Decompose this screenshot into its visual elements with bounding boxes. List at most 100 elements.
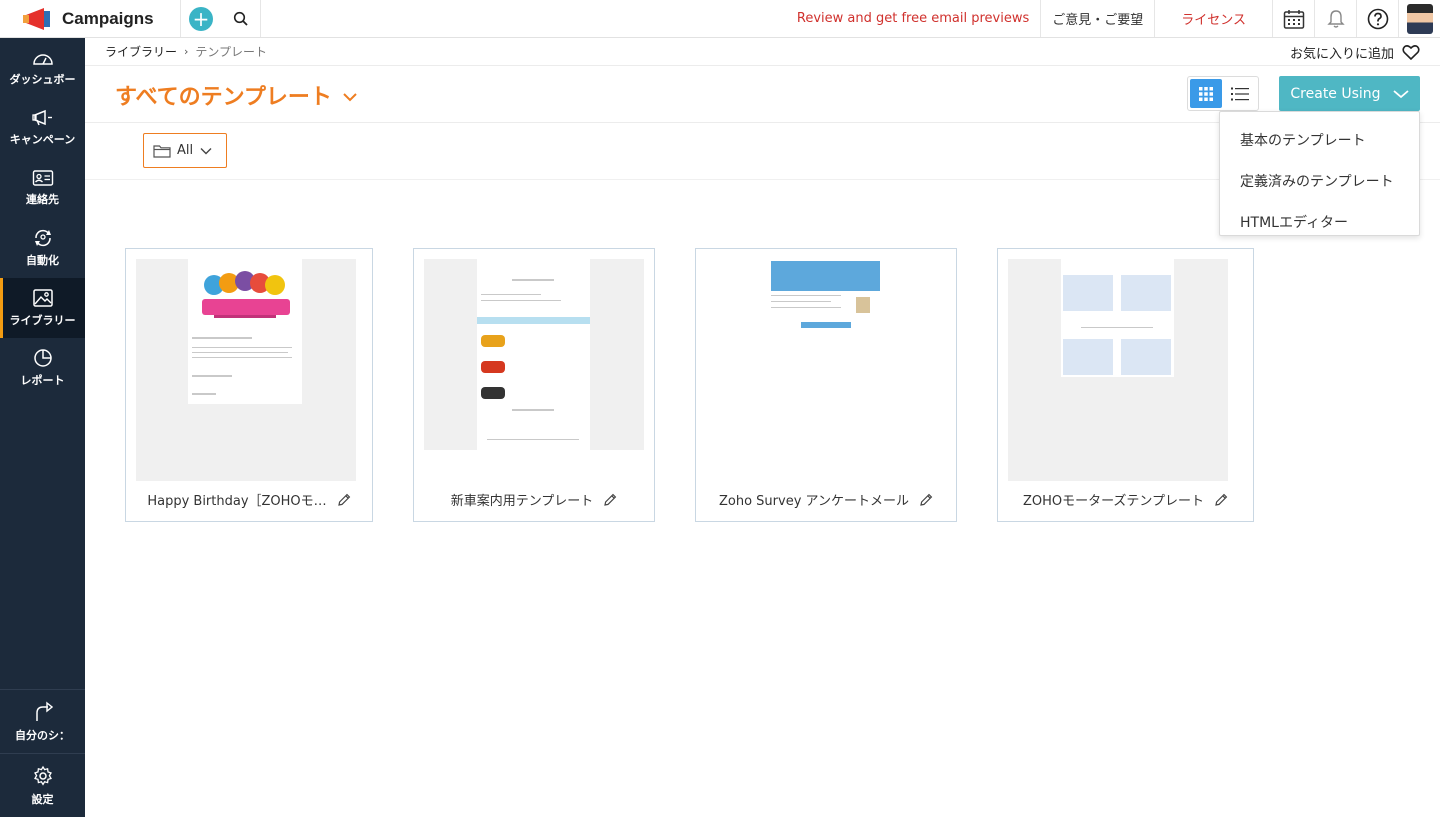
grid-view-button[interactable] bbox=[1190, 79, 1222, 108]
template-thumbnail bbox=[136, 259, 356, 481]
menu-item-basic-template[interactable]: 基本のテンプレート bbox=[1220, 119, 1419, 160]
pencil-edit-icon[interactable] bbox=[603, 493, 617, 507]
sidebar-item-label: ダッシュボー bbox=[9, 73, 76, 86]
thumb-line bbox=[512, 279, 554, 281]
list-icon bbox=[1231, 87, 1250, 100]
template-thumbnail bbox=[706, 259, 946, 349]
thumbnail-newcar-doc bbox=[477, 259, 590, 450]
menu-item-predefined-template[interactable]: 定義済みのテンプレート bbox=[1220, 160, 1419, 201]
car-image bbox=[481, 361, 505, 373]
help-icon bbox=[1367, 8, 1388, 29]
sidebar-item-library[interactable]: ライブラリー bbox=[0, 278, 85, 338]
create-using-label: Create Using bbox=[1290, 85, 1381, 102]
thumb-image bbox=[856, 297, 870, 313]
thumb-banner bbox=[477, 317, 590, 324]
heart-icon bbox=[1402, 45, 1420, 60]
template-card-label: 新車案内用テンプレート bbox=[414, 490, 654, 509]
sidebar-item-label: 自動化 bbox=[26, 254, 59, 267]
share-icon bbox=[35, 701, 53, 721]
sidebar-item-label: 連絡先 bbox=[26, 193, 59, 206]
chevron-right-icon: › bbox=[184, 45, 189, 58]
sidebar-item-automation[interactable]: 自動化 bbox=[0, 218, 85, 278]
page-title-dropdown[interactable]: すべてのテンプレート bbox=[115, 79, 358, 111]
birthday-balloons-image bbox=[202, 271, 290, 318]
add-button[interactable]: + bbox=[181, 0, 221, 37]
thumb-header bbox=[771, 261, 880, 291]
brand[interactable]: Campaigns bbox=[0, 0, 181, 37]
thumb-image bbox=[1063, 339, 1113, 375]
folder-select-value: All bbox=[177, 143, 194, 158]
template-card-label: ZOHOモーターズテンプレート bbox=[998, 490, 1253, 509]
calendar-button[interactable] bbox=[1272, 0, 1314, 37]
campaigns-logo-icon bbox=[22, 7, 52, 31]
sidebar-item-my-share[interactable]: 自分のシ： bbox=[0, 689, 85, 753]
template-thumbnail bbox=[1008, 259, 1228, 481]
thumbnail-motors-doc bbox=[1061, 259, 1174, 377]
create-using-button[interactable]: Create Using bbox=[1279, 76, 1420, 111]
pencil-edit-icon[interactable] bbox=[919, 493, 933, 507]
view-toggle bbox=[1187, 76, 1259, 111]
thumb-line bbox=[481, 300, 561, 301]
thumb-line bbox=[192, 352, 288, 353]
pencil-edit-icon[interactable] bbox=[1214, 493, 1228, 507]
add-to-favorites[interactable]: お気に入りに追加 bbox=[1290, 38, 1420, 66]
sidebar-item-label: 設定 bbox=[31, 792, 54, 806]
thumb-line bbox=[192, 337, 252, 339]
search-button[interactable] bbox=[221, 0, 261, 37]
sidebar-item-label: 自分のシ： bbox=[15, 728, 70, 742]
thumb-line bbox=[192, 347, 292, 348]
notifications-button[interactable] bbox=[1314, 0, 1356, 37]
sidebar-bottom: 自分のシ： 設定 bbox=[0, 689, 85, 817]
image-library-icon bbox=[32, 289, 53, 307]
template-card[interactable]: Happy Birthday［ZOHOモ… bbox=[125, 248, 373, 522]
template-card-label: Zoho Survey アンケートメール bbox=[696, 490, 956, 509]
menu-item-html-editor[interactable]: HTMLエディター bbox=[1220, 201, 1419, 242]
folder-icon bbox=[153, 144, 171, 158]
search-icon bbox=[233, 11, 248, 26]
help-button[interactable] bbox=[1356, 0, 1398, 37]
folder-select[interactable]: All bbox=[143, 133, 227, 168]
sidebar-item-label: キャンペーン bbox=[9, 133, 76, 146]
pencil-edit-icon[interactable] bbox=[337, 493, 351, 507]
gear-icon bbox=[33, 765, 52, 786]
bell-icon bbox=[1326, 9, 1345, 28]
template-name: Zoho Survey アンケートメール bbox=[718, 494, 910, 509]
sidebar-item-contacts[interactable]: 連絡先 bbox=[0, 158, 85, 218]
grid-icon bbox=[1198, 86, 1213, 101]
template-name: 新車案内用テンプレート bbox=[450, 494, 594, 509]
sidebar: ダッシュボー キャンペーン 連絡先 自動化 ライブラリー レポート 自分のシ： … bbox=[0, 38, 85, 817]
sidebar-item-label: レポート bbox=[20, 374, 65, 387]
template-card[interactable]: 新車案内用テンプレート bbox=[413, 248, 655, 522]
template-card-label: Happy Birthday［ZOHOモ… bbox=[126, 490, 372, 509]
license-link[interactable]: ライセンス bbox=[1154, 0, 1272, 37]
dashboard-icon bbox=[32, 54, 53, 65]
thumb-line bbox=[771, 295, 841, 296]
thumb-line bbox=[1081, 327, 1153, 328]
thumbnail-birthday-doc bbox=[188, 259, 302, 404]
user-avatar[interactable] bbox=[1398, 0, 1440, 37]
avatar-image bbox=[1406, 3, 1433, 34]
sidebar-item-label: ライブラリー bbox=[9, 314, 76, 327]
sidebar-item-reports[interactable]: レポート bbox=[0, 338, 85, 398]
thumb-button bbox=[801, 322, 851, 328]
thumb-image bbox=[1121, 339, 1171, 375]
review-link[interactable]: Review and get free email previews bbox=[786, 0, 1040, 37]
breadcrumb-library-link[interactable]: ライブラリー bbox=[105, 43, 177, 60]
sidebar-item-dashboard[interactable]: ダッシュボー bbox=[0, 38, 85, 98]
thumb-line bbox=[512, 409, 554, 411]
chevron-down-icon bbox=[1392, 89, 1409, 98]
megaphone-icon bbox=[31, 109, 52, 126]
thumb-line bbox=[771, 301, 831, 302]
template-card[interactable]: ZOHOモーターズテンプレート bbox=[997, 248, 1254, 522]
calendar-icon bbox=[1283, 9, 1304, 29]
feedback-link[interactable]: ご意見・ご要望 bbox=[1040, 0, 1154, 37]
sidebar-item-settings[interactable]: 設定 bbox=[0, 753, 85, 817]
thumb-line bbox=[487, 439, 579, 440]
template-card[interactable]: Zoho Survey アンケートメール bbox=[695, 248, 957, 522]
top-right-actions: Review and get free email previews ご意見・ご… bbox=[786, 0, 1440, 37]
car-image bbox=[481, 387, 505, 399]
template-name: Happy Birthday［ZOHOモ… bbox=[147, 494, 327, 509]
breadcrumb: ライブラリー › テンプレート お気に入りに追加 bbox=[85, 38, 1440, 66]
sidebar-item-campaigns[interactable]: キャンペーン bbox=[0, 98, 85, 158]
list-view-button[interactable] bbox=[1225, 79, 1257, 108]
